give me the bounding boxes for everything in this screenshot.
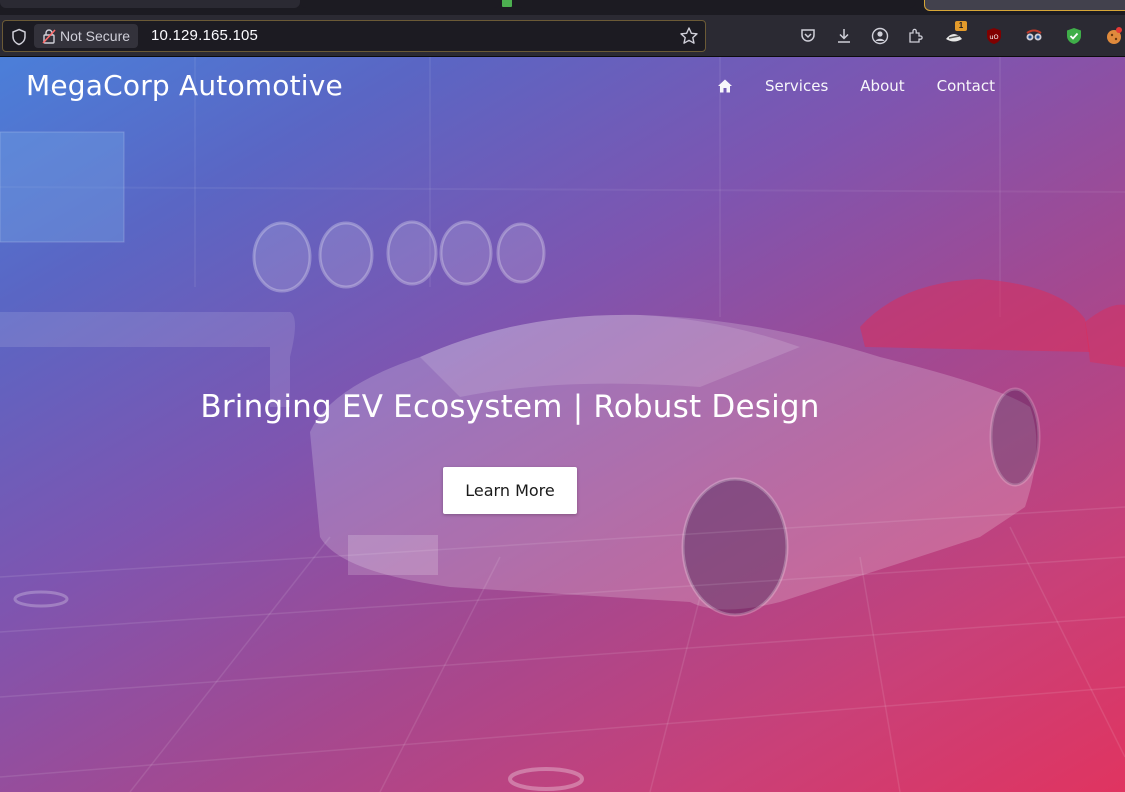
url-text[interactable]: 10.129.165.105 [151, 27, 258, 44]
extension-badge: 1 [955, 21, 967, 31]
tab-strip [0, 0, 1125, 15]
bookmark-star-icon[interactable] [679, 26, 699, 46]
tab-inactive[interactable] [516, 0, 916, 8]
extension-cookie-icon[interactable] [1103, 25, 1125, 47]
home-icon [718, 79, 733, 93]
downloads-icon[interactable] [833, 25, 855, 47]
tracking-protection-shield-icon[interactable] [10, 28, 28, 46]
address-bar[interactable]: Not Secure 10.129.165.105 [2, 20, 706, 52]
hero-title: Bringing EV Ecosystem | Robust Design [200, 389, 820, 425]
extension-shield-check-icon[interactable] [1063, 25, 1085, 47]
security-indicator[interactable]: Not Secure [34, 24, 139, 48]
nav-contact[interactable]: Contact [937, 77, 995, 95]
ublock-origin-icon[interactable]: uO [983, 25, 1005, 47]
tab-inactive[interactable] [300, 0, 500, 8]
web-page: MegaCorp Automotive Services About Conta… [0, 57, 1125, 792]
nav-home[interactable] [717, 78, 733, 94]
tab-favicon [502, 0, 512, 7]
browser-toolbar: Not Secure 10.129.165.105 1 uO [0, 15, 1125, 57]
insecure-lock-icon [42, 29, 56, 44]
tab-inactive[interactable] [0, 0, 300, 8]
site-brand[interactable]: MegaCorp Automotive [26, 69, 343, 102]
main-nav: Services About Contact [717, 77, 995, 95]
learn-more-button[interactable]: Learn More [443, 467, 577, 514]
tab-active[interactable] [924, 0, 1125, 11]
security-label: Not Secure [60, 28, 131, 44]
extension-foxyproxy-icon[interactable]: 1 [943, 21, 967, 47]
nav-about[interactable]: About [860, 77, 904, 95]
nav-services[interactable]: Services [765, 77, 828, 95]
pocket-icon[interactable] [797, 25, 819, 47]
account-icon[interactable] [869, 25, 891, 47]
svg-text:uO: uO [989, 33, 998, 41]
extension-spy-icon[interactable] [1023, 25, 1045, 47]
extensions-puzzle-icon[interactable] [905, 25, 927, 47]
